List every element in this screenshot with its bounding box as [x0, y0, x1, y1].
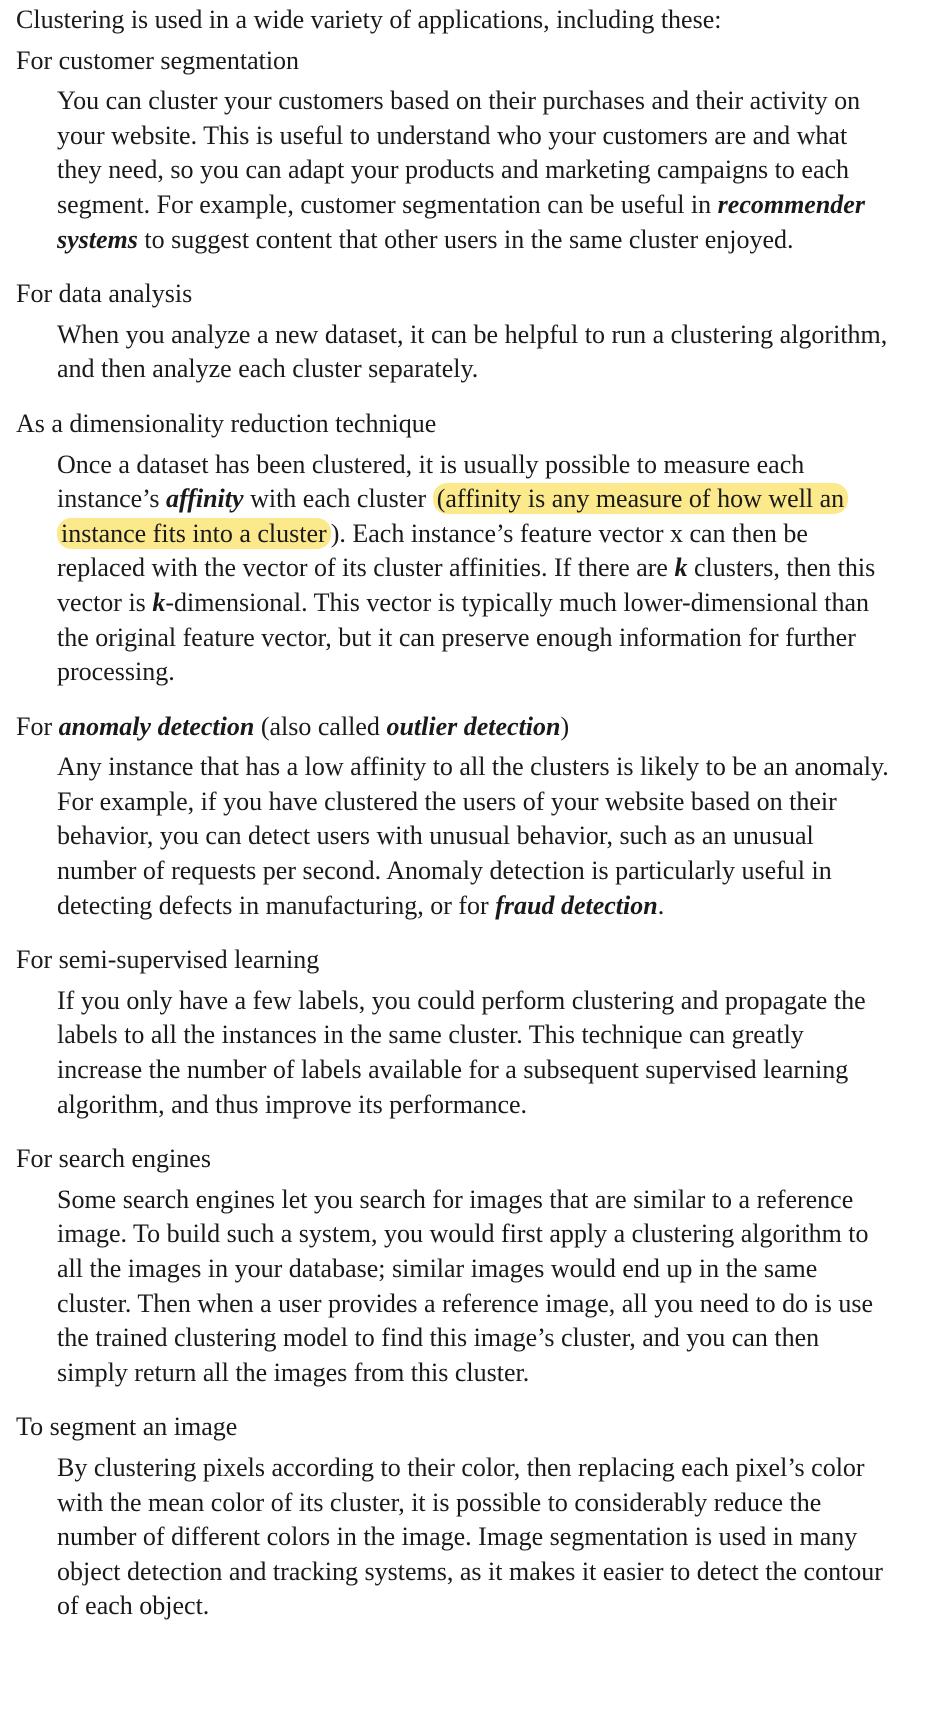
- definition-text: Some search engines let you search for i…: [57, 1184, 874, 1387]
- definition-semi-supervised-learning: If you only have a few labels, you could…: [16, 984, 891, 1122]
- emphasis-outlier-detection: outlier detection: [386, 711, 561, 741]
- emphasis-anomaly-detection: anomaly detection: [58, 711, 255, 741]
- definition-segment-image: By clustering pixels according to their …: [16, 1451, 891, 1624]
- term-text: (also called: [254, 711, 387, 741]
- definition-dimensionality-reduction: Once a dataset has been clustered, it is…: [16, 448, 891, 690]
- term-segment-image: To segment an image: [16, 1412, 238, 1442]
- term-semi-supervised-learning: For semi-supervised learning: [16, 945, 320, 975]
- definition-data-analysis: When you analyze a new dataset, it can b…: [16, 318, 891, 387]
- emphasis-fraud-detection: fraud detection: [495, 890, 658, 920]
- definition-customer-segmentation: You can cluster your customers based on …: [16, 84, 891, 257]
- term-text: For: [16, 711, 59, 741]
- term-data-analysis: For data analysis: [16, 279, 193, 309]
- definition-text: When you analyze a new dataset, it can b…: [57, 319, 888, 384]
- term-anomaly-detection: For anomaly detection (also called outli…: [16, 710, 949, 745]
- emphasis-k: k: [152, 587, 166, 617]
- definition-text: Any instance that has a low affinity to …: [57, 752, 889, 920]
- definition-anomaly-detection: Any instance that has a low affinity to …: [16, 750, 891, 923]
- definition-text: By clustering pixels according to their …: [57, 1452, 883, 1621]
- definition-search-engines: Some search engines let you search for i…: [16, 1183, 891, 1391]
- document-page: Clustering is used in a wide variety of …: [0, 3, 949, 1719]
- term-text: ): [560, 711, 570, 741]
- definition-text: with each cluster: [243, 484, 433, 514]
- emphasis-k: k: [674, 553, 688, 583]
- term-dimensionality-reduction: As a dimensionality reduction technique: [16, 408, 437, 438]
- definition-text: to suggest content that other users in t…: [137, 224, 794, 254]
- definition-text: If you only have a few labels, you could…: [57, 985, 866, 1119]
- definition-text: -dimensional. This vector is typically m…: [57, 587, 870, 687]
- term-search-engines: For search engines: [16, 1144, 211, 1174]
- intro-paragraph: Clustering is used in a wide variety of …: [16, 5, 722, 34]
- definition-text: .: [657, 890, 665, 920]
- emphasis-affinity: affinity: [166, 484, 244, 514]
- term-customer-segmentation: For customer segmentation: [16, 45, 300, 75]
